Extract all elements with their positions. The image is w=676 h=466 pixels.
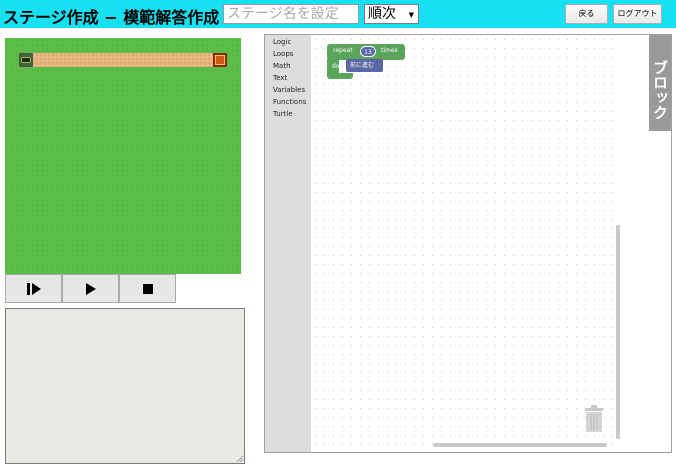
robot-icon (21, 57, 31, 63)
page-title: ステージ作成 − 模範解答作成 (3, 8, 220, 27)
step-icon (26, 282, 41, 295)
stop-icon (142, 283, 153, 294)
back-button[interactable]: 戻る (565, 4, 608, 24)
repeat-block-foot (327, 73, 353, 79)
play-icon (85, 282, 96, 295)
header-bar: ステージ作成 − 模範解答作成 順次 ▼ 戻る ログアウト (0, 0, 676, 28)
toolbox-item-logic[interactable]: Logic (265, 36, 311, 48)
toolbox-item-math[interactable]: Math (265, 60, 311, 72)
repeat-count-field[interactable]: 13 (360, 46, 376, 57)
start-tile (19, 53, 33, 67)
toolbox-item-turtle[interactable]: Turtle (265, 108, 311, 120)
stage-canvas (5, 38, 241, 274)
horizontal-scrollbar[interactable] (433, 443, 607, 447)
toolbox: Logic Loops Math Text Variables Function… (265, 35, 311, 452)
move-forward-block[interactable]: 前に進む (346, 59, 383, 72)
toolbox-item-variables[interactable]: Variables (265, 84, 311, 96)
times-label: times (381, 47, 398, 54)
play-button[interactable] (62, 274, 119, 303)
blockly-workspace: Logic Loops Math Text Variables Function… (264, 34, 672, 453)
toolbox-item-loops[interactable]: Loops (265, 48, 311, 60)
stage-path (19, 53, 227, 67)
mode-select[interactable]: 順次 ▼ (364, 4, 419, 24)
trash-icon[interactable] (584, 405, 604, 433)
block-canvas[interactable] (311, 35, 621, 452)
toolbox-item-text[interactable]: Text (265, 72, 311, 84)
toolbox-item-functions[interactable]: Functions (265, 96, 311, 108)
chevron-down-icon: ▼ (408, 11, 414, 19)
logout-button[interactable]: ログアウト (613, 4, 662, 24)
stop-button[interactable] (119, 274, 176, 303)
vertical-scrollbar[interactable] (616, 225, 620, 439)
output-console[interactable] (5, 308, 245, 464)
treasure-chest-icon (215, 55, 225, 65)
block-tab[interactable]: ブロック (649, 35, 671, 131)
repeat-label: repeat (333, 47, 353, 54)
goal-tile (213, 53, 227, 67)
stage-name-input[interactable] (223, 4, 359, 24)
mode-select-value: 順次 (368, 6, 396, 22)
playback-controls (5, 274, 176, 303)
do-label: do (332, 63, 340, 70)
step-button[interactable] (5, 274, 62, 303)
resize-grip-icon[interactable] (236, 455, 243, 462)
